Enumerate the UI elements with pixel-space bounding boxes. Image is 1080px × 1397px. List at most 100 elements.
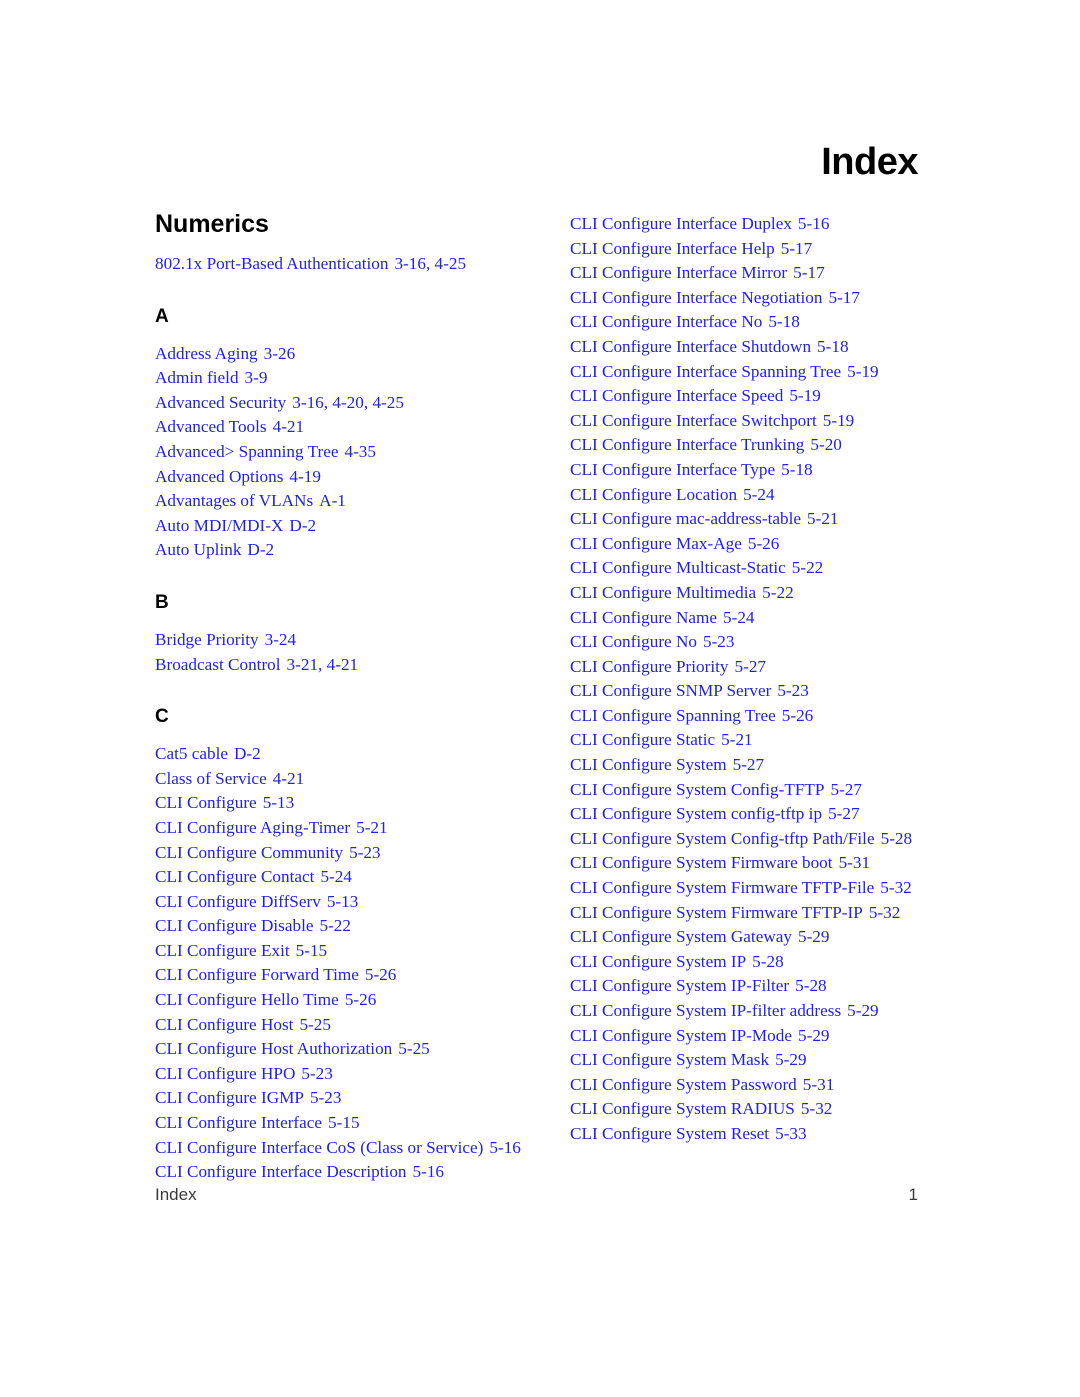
index-entry-locator: 5-23 [309,1088,342,1108]
index-entry[interactable]: CLI Configure mac-address-table 5-21 [570,507,990,532]
index-entry[interactable]: CLI Configure Interface Mirror 5-17 [570,261,990,286]
index-entry[interactable]: CLI Configure Priority 5-27 [570,655,990,680]
index-entry-term: Auto MDI/MDI-X [155,515,284,535]
index-entry-locator: 3-21, 4-21 [286,654,359,674]
index-entry[interactable]: CLI Configure Forward Time 5-26 [155,963,575,988]
index-entry[interactable]: CLI Configure Interface Duplex 5-16 [570,212,990,237]
index-entry[interactable]: CLI Configure System Firmware TFTP-File 5… [570,876,990,901]
index-entry[interactable]: CLI Configure Interface CoS (Class or Se… [155,1136,575,1161]
index-section: Numerics 802.1x Port-Based Authentication… [155,212,575,277]
index-entry[interactable]: CLI Configure Interface No 5-18 [570,310,990,335]
index-entry-term: CLI Configure System IP [570,951,747,971]
index-entry-term: CLI Configure Interface Shutdown [570,336,812,356]
index-entry-locator: 5-18 [817,336,849,356]
index-entry[interactable]: CLI Configure System IP-Mode 5-29 [570,1024,990,1049]
index-entry[interactable]: Auto Uplink D-2 [155,538,575,563]
index-entry[interactable]: CLI Configure Max-Age 5-26 [570,532,990,557]
index-entry-locator: 5-32 [868,902,901,922]
index-entry-term: CLI Configure System [570,755,727,775]
index-entry-locator: 5-27 [830,779,862,799]
index-entry[interactable]: CLI Configure System RADIUS 5-32 [570,1097,990,1122]
index-entry[interactable]: CLI Configure System 5-27 [570,753,990,778]
index-entry[interactable]: CLI Configure Interface Speed 5-19 [570,384,990,409]
index-entry[interactable]: CLI Configure Static 5-21 [570,728,990,753]
index-entry[interactable]: CLI Configure Exit 5-15 [155,939,575,964]
index-entry-locator: 5-29 [847,1001,879,1020]
index-entry[interactable]: CLI Configure Interface Switchport 5-19 [570,409,990,434]
index-entry[interactable]: CLI Configure System IP-filter address 5-… [570,999,990,1024]
index-entry[interactable]: CLI Configure Interface Spanning Tree 5-1… [570,360,990,385]
index-entry-term: CLI Configure Interface Mirror [570,263,788,283]
index-entry[interactable]: CLI Configure 5-13 [155,791,575,816]
index-entry[interactable]: CLI Configure Spanning Tree 5-26 [570,704,990,729]
index-entry-locator: D-2 [289,515,317,535]
index-entry[interactable]: CLI Configure Name 5-24 [570,606,990,631]
index-entry[interactable]: Address Aging 3-26 [155,342,575,367]
index-entry[interactable]: Advanced Options 4-19 [155,465,575,490]
index-entry[interactable]: CLI Configure Multicast-Static 5-22 [570,556,990,581]
index-entry[interactable]: Advanced Tools 4-21 [155,415,575,440]
index-entry[interactable]: CLI Configure System config-tftp ip 5-27 [570,802,990,827]
index-entry[interactable]: CLI Configure Interface Description 5-16 [155,1160,575,1185]
index-entry-term: Advanced Options [155,466,284,486]
index-entry[interactable]: CLI Configure System IP 5-28 [570,950,990,975]
index-entry[interactable]: CLI Configure Interface Trunking 5-20 [570,433,990,458]
index-entry[interactable]: CLI Configure System Firmware TFTP-IP 5-3… [570,901,990,926]
index-entry[interactable]: CLI Configure IGMP 5-23 [155,1086,575,1111]
index-entry[interactable]: CLI Configure Interface Help 5-17 [570,237,990,262]
index-entry[interactable]: CLI Configure Community 5-23 [155,841,575,866]
index-entry-term: CLI Configure Priority [570,656,729,676]
index-entry[interactable]: CLI Configure Location 5-24 [570,483,990,508]
index-entry-locator: 5-29 [798,1025,830,1045]
index-entry-term: CLI Configure Interface Description [155,1162,407,1182]
index-entry-locator: 5-18 [768,312,800,332]
index-entry[interactable]: CLI Configure Contact 5-24 [155,865,575,890]
index-entry[interactable]: CLI Configure Interface Shutdown 5-18 [570,335,990,360]
index-entry-list: Cat5 cable D-2 Class of Service 4-21 CLI Con… [155,742,575,1185]
index-entry-locator: 5-19 [847,361,879,381]
index-entry[interactable]: CLI Configure System Password 5-31 [570,1073,990,1098]
index-entry[interactable]: CLI Configure System Mask 5-29 [570,1048,990,1073]
index-entry[interactable]: Cat5 cable D-2 [155,742,575,767]
index-entry-locator: 5-16 [412,1162,445,1182]
index-entry[interactable]: Advantages of VLANs A-1 [155,489,575,514]
index-entry[interactable]: CLI Configure SNMP Server 5-23 [570,679,990,704]
index-entry-locator: 5-24 [723,607,755,627]
index-entry[interactable]: CLI Configure No 5-23 [570,630,990,655]
index-entry[interactable]: CLI Configure Interface 5-15 [155,1111,575,1136]
index-entry[interactable]: CLI Configure Multimedia 5-22 [570,581,990,606]
index-entry-term: CLI Configure Interface Type [570,459,776,479]
index-entry-term: CLI Configure Interface Switchport [570,410,817,430]
page-footer: Index 1 [155,1185,918,1205]
index-entry[interactable]: CLI Configure Interface Negotiation 5-17 [570,286,990,311]
index-entry-locator: 5-23 [301,1063,333,1083]
index-entry[interactable]: Broadcast Control 3-21, 4-21 [155,653,575,678]
index-entry[interactable]: CLI Configure Host Authorization 5-25 [155,1037,575,1062]
index-entry[interactable]: CLI Configure System Config-TFTP 5-27 [570,778,990,803]
index-entry[interactable]: CLI Configure System Gateway 5-29 [570,925,990,950]
index-entry-locator: 5-26 [364,965,397,985]
index-entry-term: CLI Configure Name [570,607,718,627]
index-entry[interactable]: 802.1x Port-Based Authentication 3-16, 4-… [155,252,575,277]
index-entry-list: CLI Configure Interface Duplex 5-16 CLI Co… [570,212,990,1147]
index-entry[interactable]: Class of Service 4-21 [155,767,575,792]
index-entry[interactable]: Advanced Security 3-16, 4-20, 4-25 [155,391,575,416]
index-entry[interactable]: CLI Configure System Firmware boot 5-31 [570,851,990,876]
index-entry[interactable]: CLI Configure Hello Time 5-26 [155,988,575,1013]
index-entry[interactable]: CLI Configure DiffServ 5-13 [155,890,575,915]
index-entry-term: CLI Configure Aging-Timer [155,817,351,837]
index-entry[interactable]: CLI Configure System Reset 5-33 [570,1122,990,1147]
index-entry[interactable]: CLI Configure System IP-Filter 5-28 [570,974,990,999]
index-entry-term: CLI Configure System Password [570,1074,797,1094]
index-entry[interactable]: CLI Configure Aging-Timer 5-21 [155,816,575,841]
index-entry[interactable]: Bridge Priority 3-24 [155,628,575,653]
index-entry[interactable]: CLI Configure Host 5-25 [155,1013,575,1038]
index-entry[interactable]: CLI Configure Disable 5-22 [155,914,575,939]
index-entry[interactable]: Advanced> Spanning Tree 4-35 [155,440,575,465]
index-entry[interactable]: CLI Configure System Config-tftp Path/Fi… [570,827,990,852]
index-entry[interactable]: Auto MDI/MDI-X D-2 [155,514,575,539]
index-entry[interactable]: CLI Configure Interface Type 5-18 [570,458,990,483]
index-entry[interactable]: CLI Configure HPO 5-23 [155,1062,575,1087]
index-entry[interactable]: Admin field 3-9 [155,366,575,391]
index-entry-term: CLI Configure Interface Trunking [570,435,805,455]
